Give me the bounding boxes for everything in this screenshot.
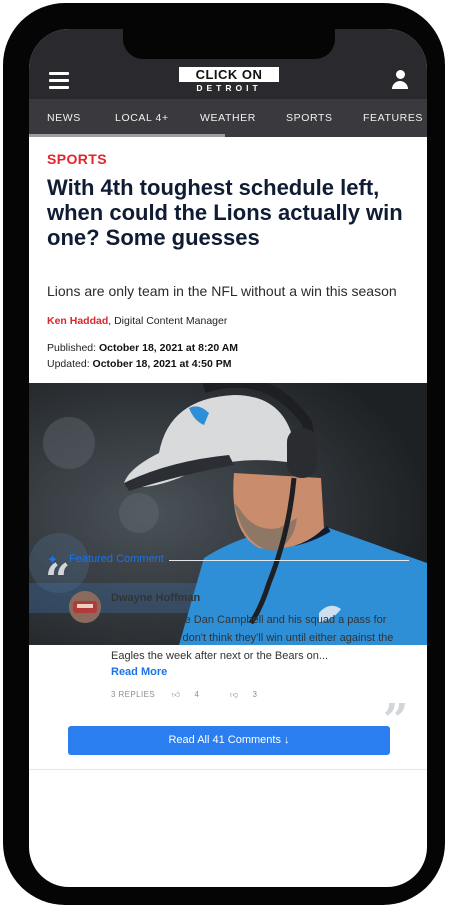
dislike-button[interactable]: 👎︎ 3 <box>230 690 271 699</box>
divider <box>29 769 427 770</box>
author-role: , Digital Content Manager <box>108 315 228 327</box>
site-logo[interactable]: CLICK ON DETROIT <box>179 67 279 93</box>
open-quote-icon: “ <box>45 555 71 606</box>
avatar[interactable] <box>69 591 101 623</box>
nav-item-weather[interactable]: WEATHER <box>200 112 256 124</box>
section-label[interactable]: SPORTS <box>47 151 107 167</box>
published-date: October 18, 2021 at 8:20 AM <box>98 342 239 354</box>
commenter-name[interactable]: Dwayne Hoffman <box>111 592 200 604</box>
publish-info: Published: October 18, 2021 at 8:20 AM U… <box>47 340 238 372</box>
nav-item-news[interactable]: NEWS <box>47 112 81 124</box>
phone-notch <box>123 29 335 59</box>
like-count: 4 <box>194 690 200 699</box>
hamburger-menu-icon[interactable] <box>49 72 69 89</box>
featured-comment-label: Featured Comment <box>69 553 164 565</box>
updated-label: Updated: <box>47 358 93 370</box>
comment-text: I'm going to give Dan Campbell and his s… <box>111 614 394 662</box>
nav-item-local4[interactable]: LOCAL 4+ <box>115 112 169 124</box>
phone-frame: CLICK ON DETROIT NEWS LOCAL 4+ WEATHER S… <box>3 3 445 905</box>
replies-count[interactable]: 3 REPLIES <box>111 690 155 699</box>
user-account-icon[interactable] <box>391 70 409 90</box>
dislike-count: 3 <box>252 690 258 699</box>
logo-top-text: CLICK ON <box>179 67 279 82</box>
screen: CLICK ON DETROIT NEWS LOCAL 4+ WEATHER S… <box>29 29 427 887</box>
author-link[interactable]: Ken Haddad <box>47 315 108 327</box>
byline: Ken Haddad, Digital Content Manager <box>47 315 227 327</box>
updated-date: October 18, 2021 at 4:50 PM <box>92 358 232 370</box>
article-subhead: Lions are only team in the NFL without a… <box>47 283 397 299</box>
thumbs-down-icon: 👎︎ <box>229 690 239 699</box>
nav-scroll-indicator <box>29 134 225 137</box>
comment-meta: 3 REPLIES 👍︎ 4 👎︎ 3 <box>111 690 285 700</box>
published-label: Published: <box>47 342 99 354</box>
section-nav: NEWS LOCAL 4+ WEATHER SPORTS FEATURES <box>29 99 427 137</box>
logo-bottom-text: DETROIT <box>196 83 262 93</box>
like-button[interactable]: 👍︎ 4 <box>172 690 214 699</box>
read-all-comments-button[interactable]: Read All 41 Comments ↓ <box>68 726 390 755</box>
article-headline: With 4th toughest schedule left, when co… <box>47 175 403 250</box>
nav-item-sports[interactable]: SPORTS <box>286 112 333 124</box>
divider <box>169 560 409 561</box>
nav-item-features[interactable]: FEATURES <box>363 112 423 124</box>
read-more-link[interactable]: Read More <box>111 666 167 678</box>
thumbs-up-icon: 👍︎ <box>171 690 181 699</box>
